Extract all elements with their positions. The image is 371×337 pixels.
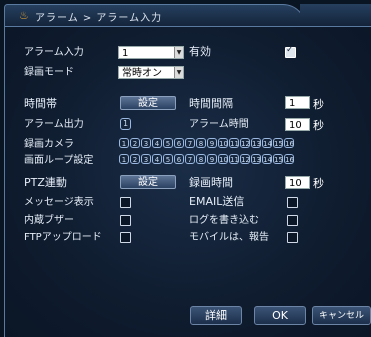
send-email-checkbox[interactable] (287, 197, 298, 208)
record-camera-channel-3[interactable]: 3 (141, 138, 151, 148)
chevron-down-icon[interactable]: ▼ (174, 67, 183, 78)
record-camera-channel-14[interactable]: 14 (262, 138, 272, 148)
interval-input[interactable]: 1 (285, 96, 310, 109)
record-camera-channel-12[interactable]: 12 (240, 138, 250, 148)
screen-loop-channel-12[interactable]: 12 (240, 154, 250, 164)
schedule-settings-button[interactable]: 設定 (120, 96, 176, 110)
fire-icon: ♨ (19, 9, 29, 22)
ptz-settings-button[interactable]: 設定 (120, 175, 176, 189)
mobile-report-checkbox[interactable] (287, 232, 298, 243)
record-camera-channel-15[interactable]: 15 (273, 138, 283, 148)
screen-loop-channels: 1 2 3 4 5 6 7 8 9 10 11 12 13 14 15 16 (119, 154, 295, 165)
interval-label: 時間間隔 (189, 97, 233, 110)
ok-button[interactable]: OK (254, 306, 306, 325)
record-delay-label: 録画時間 (189, 176, 233, 189)
record-camera-channel-1[interactable]: 1 (119, 138, 129, 148)
screen-loop-channel-15[interactable]: 15 (273, 154, 283, 164)
record-camera-channel-10[interactable]: 10 (218, 138, 228, 148)
enabled-label: 有効 (189, 45, 211, 58)
cancel-button[interactable]: キャンセル (312, 306, 371, 325)
write-log-checkbox[interactable] (287, 215, 298, 226)
record-mode-value: 常時オン (122, 68, 162, 79)
screen-loop-channel-3[interactable]: 3 (141, 154, 151, 164)
record-camera-channel-5[interactable]: 5 (163, 138, 173, 148)
breadcrumb: アラーム > アラーム入力 (35, 13, 163, 24)
mobile-report-label: モバイルは、報告 (189, 232, 269, 243)
ftp-upload-label: FTPアップロード (24, 232, 102, 243)
record-delay-unit: 秒 (313, 177, 324, 190)
record-camera-channel-11[interactable]: 11 (229, 138, 239, 148)
record-camera-channel-16[interactable]: 16 (284, 138, 294, 148)
alarm-output-channel[interactable]: 1 (120, 118, 131, 130)
screen-loop-channel-8[interactable]: 8 (196, 154, 206, 164)
chevron-down-icon[interactable]: ▼ (174, 47, 183, 58)
record-mode-label: 録画モード (24, 67, 74, 78)
screen-loop-label: 画面ループ設定 (24, 155, 94, 166)
alarm-time-unit: 秒 (313, 119, 324, 132)
record-camera-channel-8[interactable]: 8 (196, 138, 206, 148)
advanced-button[interactable]: 詳細 (190, 306, 242, 325)
record-camera-channels: 1 2 3 4 5 6 7 8 9 10 11 12 13 14 15 16 (119, 138, 295, 149)
screen-loop-channel-1[interactable]: 1 (119, 154, 129, 164)
screen-loop-channel-10[interactable]: 10 (218, 154, 228, 164)
screen-loop-channel-7[interactable]: 7 (185, 154, 195, 164)
ptz-label: PTZ連動 (24, 176, 67, 189)
screen-loop-channel-16[interactable]: 16 (284, 154, 294, 164)
screen-loop-channel-5[interactable]: 5 (163, 154, 173, 164)
interval-unit: 秒 (313, 98, 324, 111)
alarm-input-screen: ♨ アラーム > アラーム入力 アラーム入力 1 ▼ 有効 録画モード 常時オン… (0, 0, 371, 337)
ftp-upload-checkbox[interactable] (120, 232, 131, 243)
record-camera-channel-6[interactable]: 6 (174, 138, 184, 148)
alarm-input-value: 1 (122, 48, 129, 59)
screen-loop-channel-14[interactable]: 14 (262, 154, 272, 164)
screen-loop-channel-9[interactable]: 9 (207, 154, 217, 164)
alarm-time-label: アラーム時間 (189, 119, 249, 130)
alarm-input-label: アラーム入力 (24, 47, 84, 58)
write-log-label: ログを書き込む (189, 215, 259, 226)
record-mode-select[interactable]: 常時オン ▼ (118, 66, 184, 79)
enabled-checkbox[interactable] (285, 45, 296, 58)
send-email-label: EMAIL送信 (189, 195, 245, 208)
record-camera-label: 録画カメラ (24, 139, 74, 150)
record-camera-channel-2[interactable]: 2 (130, 138, 140, 148)
screen-loop-channel-11[interactable]: 11 (229, 154, 239, 164)
screen-loop-channel-2[interactable]: 2 (130, 154, 140, 164)
alarm-output-label: アラーム出力 (24, 119, 84, 130)
alarm-time-input[interactable]: 10 (285, 118, 310, 131)
record-delay-input[interactable]: 10 (285, 176, 310, 189)
record-camera-channel-7[interactable]: 7 (185, 138, 195, 148)
title-bar-extension (300, 4, 371, 26)
buzzer-label: 内蔵ブザー (24, 215, 74, 226)
screen-loop-channel-6[interactable]: 6 (174, 154, 184, 164)
screen-loop-channel-13[interactable]: 13 (251, 154, 261, 164)
screen-loop-channel-4[interactable]: 4 (152, 154, 162, 164)
alarm-input-select[interactable]: 1 ▼ (118, 46, 184, 59)
record-camera-channel-4[interactable]: 4 (152, 138, 162, 148)
record-camera-channel-9[interactable]: 9 (207, 138, 217, 148)
show-message-checkbox[interactable] (120, 197, 131, 208)
show-message-label: メッセージ表示 (24, 197, 94, 208)
buzzer-checkbox[interactable] (120, 215, 131, 226)
title-bar: ♨ アラーム > アラーム入力 (4, 4, 306, 27)
record-camera-channel-13[interactable]: 13 (251, 138, 261, 148)
schedule-label: 時間帯 (24, 97, 57, 110)
